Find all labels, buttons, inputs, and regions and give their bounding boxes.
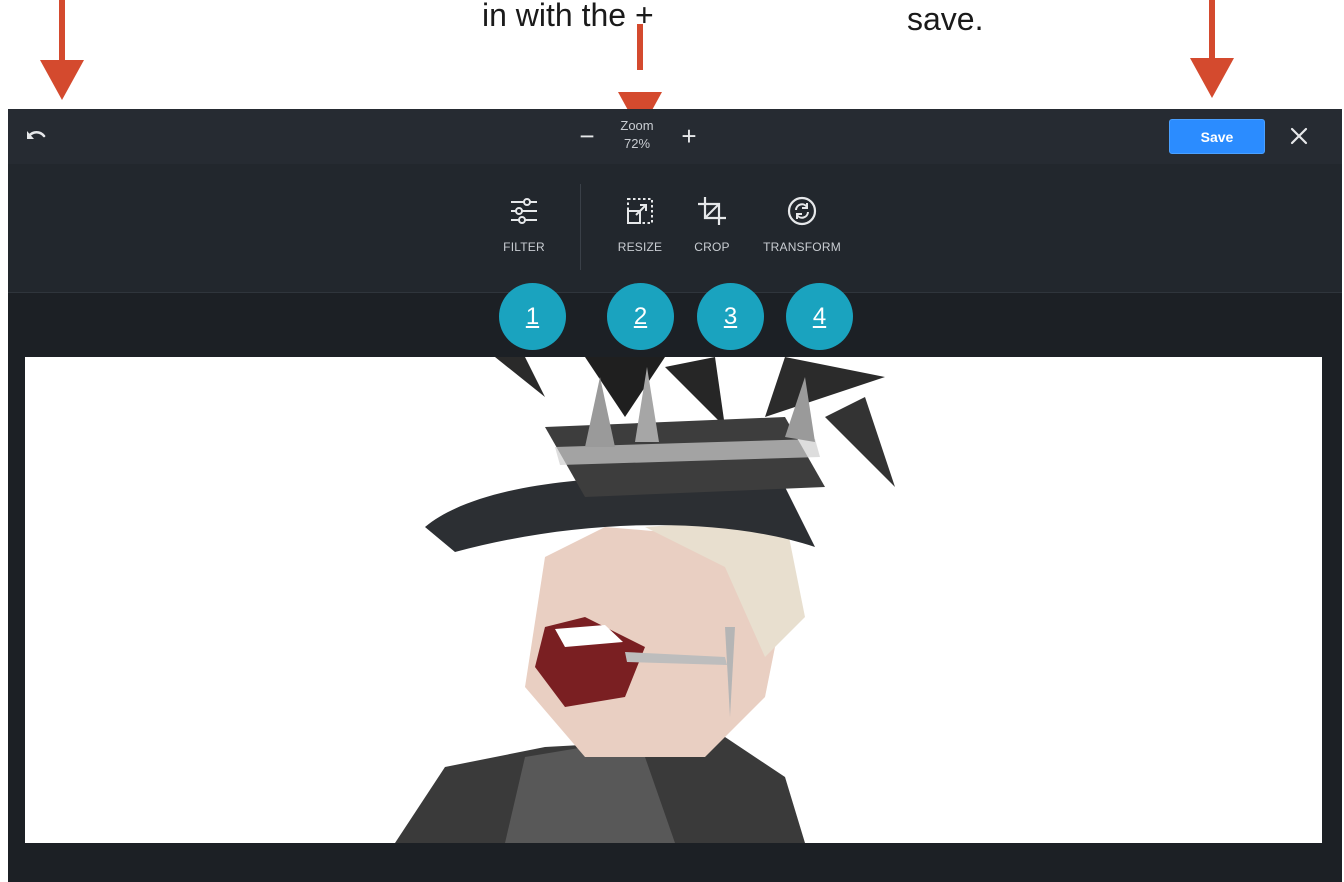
zoom-out-button[interactable]: − (574, 121, 600, 151)
resize-icon (627, 198, 653, 224)
step-badge-2: 2 (607, 283, 674, 350)
rotate-icon (787, 196, 817, 226)
zoom-label: Zoom (620, 118, 654, 133)
image-editor: − Zoom 72% + Save FILTER RESIZE CROP TRA… (8, 109, 1342, 882)
zoom-in-button[interactable]: + (676, 121, 702, 151)
undo-icon (27, 130, 46, 139)
zoom-control: − Zoom 72% + (568, 109, 708, 164)
step-badge-1: 1 (499, 283, 566, 350)
crop-icon (698, 197, 726, 225)
close-button[interactable] (1286, 123, 1312, 149)
tools-toolbar: FILTER RESIZE CROP TRANSFORM (8, 164, 1342, 293)
tool-transform[interactable]: TRANSFORM (754, 194, 850, 264)
edited-photo (25, 357, 1322, 843)
save-button[interactable]: Save (1169, 119, 1265, 154)
zoom-callout-text: in with the + (482, 0, 654, 33)
close-icon (1290, 127, 1308, 145)
step-badge-4: 4 (786, 283, 853, 350)
undo-button[interactable] (22, 125, 48, 147)
zoom-value: 72% (623, 136, 651, 151)
save-callout-text: save. (907, 1, 984, 37)
tool-filter-label: FILTER (503, 240, 545, 254)
tutorial-screenshot: in with the + save. − Zoom 72% + Save FI… (0, 0, 1344, 882)
sliders-icon (511, 198, 537, 224)
tool-crop-label: CROP (694, 240, 730, 254)
editor-topbar: − Zoom 72% + Save (8, 109, 1342, 164)
toolbar-divider (580, 184, 581, 270)
tool-transform-label: TRANSFORM (763, 240, 841, 254)
tool-filter[interactable]: FILTER (476, 194, 572, 264)
image-canvas[interactable] (25, 357, 1322, 843)
step-badge-3: 3 (697, 283, 764, 350)
tool-crop[interactable]: CROP (664, 194, 760, 264)
